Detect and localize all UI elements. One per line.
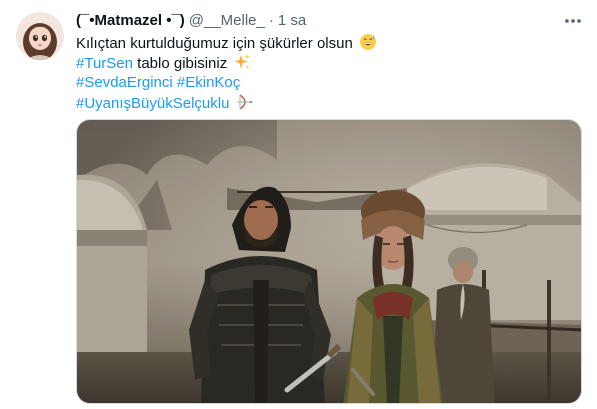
tweet-line-2: #TurSen tablo gibisiniz bbox=[76, 53, 581, 73]
hashtag-link[interactable]: #TurSen bbox=[76, 55, 133, 72]
hashtag-link[interactable]: #EkinKoç bbox=[177, 74, 240, 91]
timestamp[interactable]: 1 sa bbox=[278, 11, 306, 31]
grinning-sweat-emoji-icon bbox=[359, 34, 376, 50]
sparkles-emoji-icon bbox=[234, 54, 251, 69]
tweet: (¯•Matmazel •¯) @__Melle_ · 1 sa Kılıçta… bbox=[0, 0, 597, 409]
avatar[interactable] bbox=[16, 12, 64, 60]
avatar-image bbox=[16, 12, 64, 60]
tweet-line-3: #SevdaErginci #EkinKoç bbox=[76, 73, 581, 93]
bow-and-arrow-emoji-icon bbox=[236, 94, 253, 110]
more-options-button[interactable] bbox=[563, 12, 583, 30]
tweet-photo[interactable] bbox=[76, 119, 582, 404]
user-handle[interactable]: @__Melle_ bbox=[189, 11, 265, 31]
hashtag-link[interactable]: #UyanışBüyükSelçuklu bbox=[76, 95, 229, 112]
tweet-text: Kılıçtan kurtulduğumuz için şükürler ols… bbox=[76, 33, 581, 113]
photo-image bbox=[77, 120, 581, 403]
hashtag-link[interactable]: #SevdaErginci bbox=[76, 74, 173, 91]
tweet-line-text: Kılıçtan kurtulduğumuz için şükürler ols… bbox=[76, 35, 353, 52]
more-dots-icon bbox=[565, 19, 581, 23]
tweet-line-1: Kılıçtan kurtulduğumuz için şükürler ols… bbox=[76, 33, 581, 53]
tweet-header: (¯•Matmazel •¯) @__Melle_ · 1 sa bbox=[76, 11, 585, 31]
tweet-line-4: #UyanışBüyükSelçuklu bbox=[76, 93, 581, 113]
display-name[interactable]: (¯•Matmazel •¯) bbox=[76, 11, 185, 31]
tweet-line-text: tablo gibisiniz bbox=[132, 55, 228, 72]
separator-dot: · bbox=[268, 12, 274, 29]
